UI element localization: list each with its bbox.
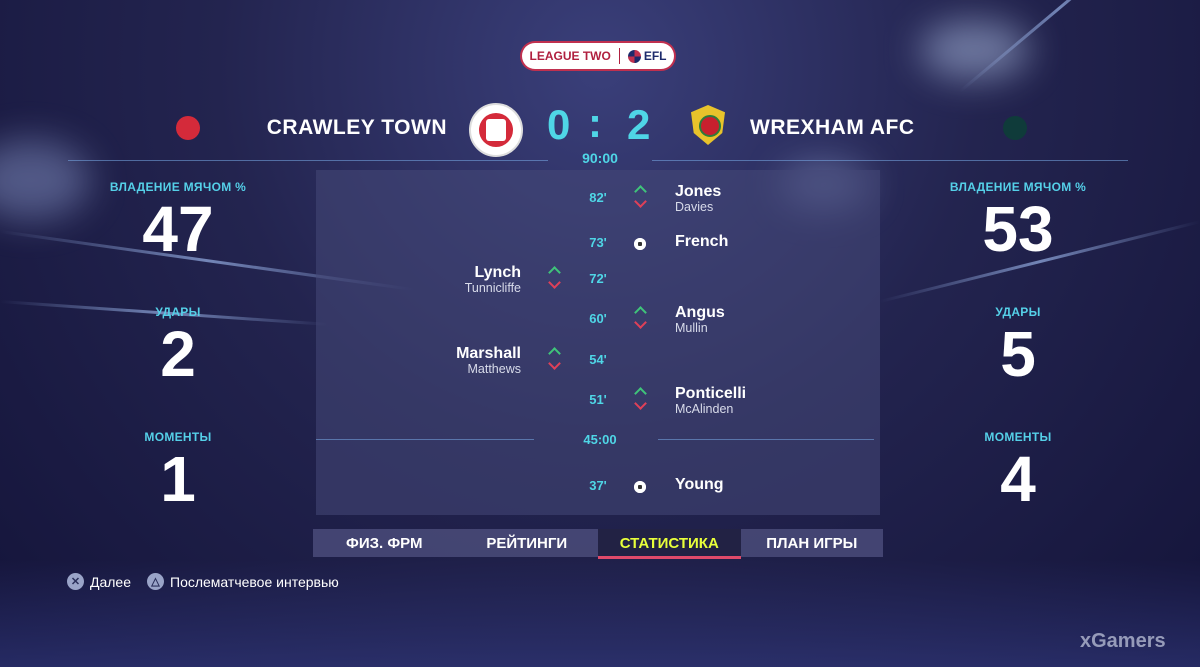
- away-team-crest: [683, 103, 733, 153]
- stat-value: 47: [142, 193, 214, 265]
- match-time: 90:00: [582, 150, 618, 166]
- triangle-button-icon: △: [147, 573, 164, 590]
- continue-label: Далее: [90, 573, 132, 590]
- score-separator: :: [588, 99, 602, 146]
- player-in: Ponticelli: [675, 385, 747, 402]
- post-match-interview-hint[interactable]: △ Послематчевое интервью: [147, 573, 339, 590]
- player-in: Jones: [675, 183, 722, 200]
- stat-label: УДАРЫ: [995, 305, 1041, 319]
- tab-fitness[interactable]: ФИЗ. ФРМ: [313, 529, 456, 557]
- efl-logo: EFL: [627, 49, 667, 63]
- goal-ball-icon: [634, 481, 646, 493]
- away-stat-chances: МОМЕНТЫ 4: [908, 430, 1128, 514]
- efl-ball-icon: [627, 49, 641, 63]
- away-score: 2: [627, 101, 651, 148]
- home-stat-possession: ВЛАДЕНИЕ МЯЧОМ % 47: [68, 180, 288, 264]
- event-minute: 82': [589, 190, 607, 205]
- half-time-line: [658, 439, 874, 440]
- event-players: Jones Davies: [675, 183, 721, 214]
- player-out: Matthews: [467, 362, 522, 376]
- interview-label: Послематчевое интервью: [170, 573, 339, 590]
- continue-hint[interactable]: ✕ Далее: [67, 573, 131, 590]
- stat-label: МОМЕНТЫ: [984, 430, 1052, 444]
- player-out: Mullin: [675, 321, 708, 335]
- tab-bar: ФИЗ. ФРМ РЕЙТИНГИ СТАТИСТИКА ПЛАН ИГРЫ: [313, 529, 884, 559]
- stat-value: 5: [1000, 318, 1036, 390]
- tab-game-plan[interactable]: ПЛАН ИГРЫ: [741, 529, 884, 557]
- player-in: Lynch: [474, 264, 521, 281]
- league-badge: LEAGUE TWO EFL: [522, 43, 674, 69]
- match-events-panel: [316, 170, 880, 515]
- away-team-name: WREXHAM AFC: [750, 116, 915, 139]
- away-stat-possession: ВЛАДЕНИЕ МЯЧОМ % 53: [908, 180, 1128, 264]
- event-minute: 60': [589, 311, 607, 326]
- substitution-icon: [634, 387, 647, 411]
- event-minute: 51': [589, 392, 607, 407]
- stat-label: МОМЕНТЫ: [144, 430, 212, 444]
- event-players: Ponticelli McAlinden: [675, 385, 746, 416]
- tab-ratings[interactable]: РЕЙТИНГИ: [456, 529, 599, 557]
- tab-statistics[interactable]: СТАТИСТИКА: [598, 529, 741, 559]
- substitution-icon: [548, 347, 561, 371]
- player-out: Davies: [675, 200, 714, 214]
- stat-label: УДАРЫ: [155, 305, 201, 319]
- stat-label: ВЛАДЕНИЕ МЯЧОМ %: [949, 180, 1087, 194]
- divider: [618, 48, 620, 64]
- event-players: French: [675, 233, 728, 250]
- event-players: Marshall Matthews: [311, 345, 521, 376]
- substitution-icon: [634, 306, 647, 330]
- goal-ball-icon: [634, 238, 646, 250]
- event-minute: 54': [589, 352, 607, 367]
- league-name: LEAGUE TWO: [529, 49, 611, 63]
- watermark: xGamers: [1080, 630, 1166, 652]
- goal-scorer: Young: [675, 476, 724, 493]
- player-out: McAlinden: [675, 402, 734, 416]
- home-stat-chances: МОМЕНТЫ 1: [68, 430, 288, 514]
- half-time-line: [316, 439, 534, 440]
- cross-button-icon: ✕: [67, 573, 84, 590]
- home-team-name: CRAWLEY TOWN: [266, 116, 447, 139]
- home-stat-shots: УДАРЫ 2: [68, 305, 288, 389]
- player-in: Angus: [675, 304, 725, 321]
- stat-label: ВЛАДЕНИЕ МЯЧОМ %: [109, 180, 247, 194]
- stadium-light: [920, 20, 1030, 80]
- stat-value: 4: [1000, 443, 1036, 515]
- goal-scorer: French: [675, 233, 729, 250]
- home-score: 0: [547, 101, 571, 148]
- divider-line: [652, 160, 1128, 161]
- efl-label: EFL: [643, 49, 667, 63]
- event-minute: 37': [589, 478, 607, 493]
- event-minute: 72': [589, 271, 607, 286]
- player-in: Marshall: [456, 345, 521, 362]
- stat-value: 2: [160, 318, 196, 390]
- event-players: Young: [675, 476, 724, 493]
- away-stat-shots: УДАРЫ 5: [908, 305, 1128, 389]
- substitution-icon: [634, 185, 647, 209]
- divider-line: [68, 160, 548, 161]
- home-team-color-dot: [176, 116, 200, 140]
- substitution-icon: [548, 266, 561, 290]
- event-players: Lynch Tunnicliffe: [311, 264, 521, 295]
- event-players: Angus Mullin: [675, 304, 725, 335]
- player-out: Tunnicliffe: [464, 281, 521, 295]
- away-team-color-dot: [1003, 116, 1027, 140]
- stat-value: 1: [160, 443, 196, 515]
- home-team-crest: [469, 103, 523, 157]
- stat-value: 53: [982, 193, 1054, 265]
- half-time-marker: 45:00: [583, 432, 617, 447]
- event-minute: 73': [589, 235, 607, 250]
